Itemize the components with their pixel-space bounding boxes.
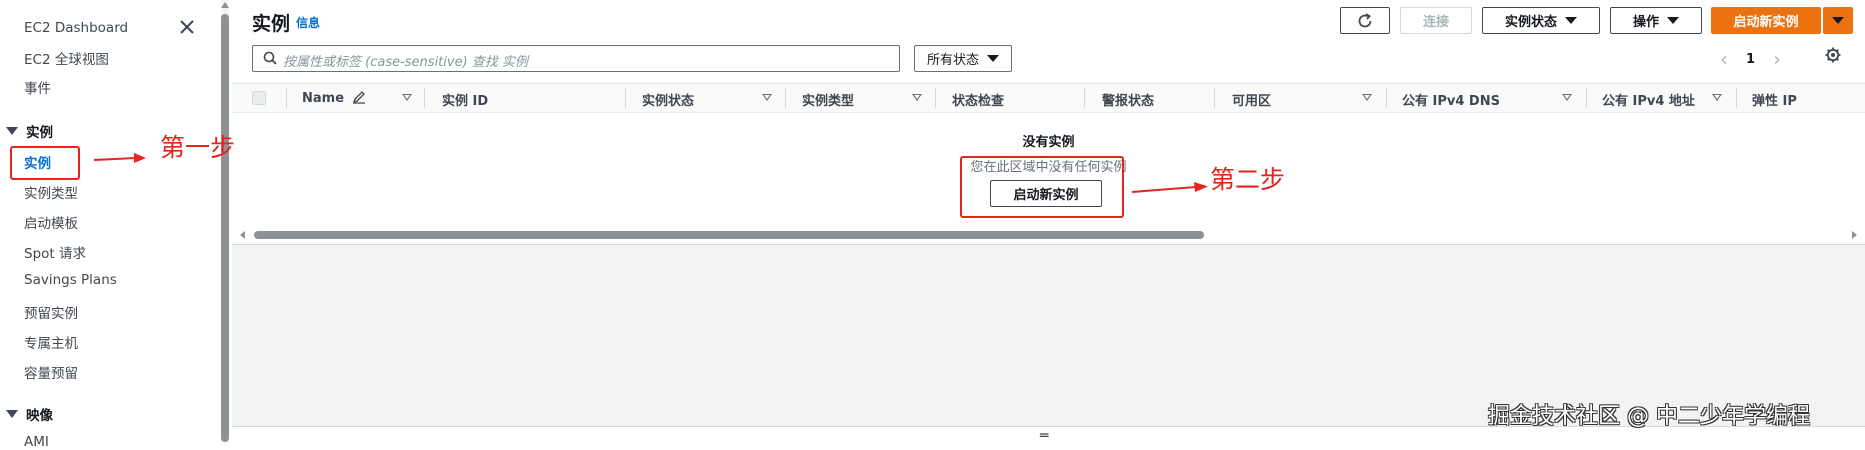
column-header-public-dns[interactable]: 公有 IPv4 DNS	[1402, 90, 1500, 109]
annotation-box-step2	[960, 156, 1124, 218]
scroll-up-icon[interactable]	[221, 2, 229, 8]
connect-button[interactable]: 连接	[1400, 7, 1472, 34]
pencil-icon	[352, 91, 365, 104]
column-divider	[625, 88, 626, 108]
column-divider	[1214, 88, 1215, 108]
actions-dropdown[interactable]: 操作	[1610, 7, 1702, 34]
caret-down-icon	[987, 55, 999, 62]
main-content: 实例 信息 连接 实例状态 操作 启动新实例 按属性或标签 (case-sens…	[232, 0, 1865, 443]
column-header-name[interactable]: Name	[302, 90, 366, 106]
column-divider	[1386, 88, 1387, 108]
state-filter-value: 所有状态	[926, 53, 979, 68]
caret-down-icon	[1832, 17, 1844, 24]
scroll-right-icon[interactable]	[1852, 231, 1857, 239]
column-divider	[785, 88, 786, 108]
column-header-public-ip[interactable]: 公有 IPv4 地址	[1602, 90, 1695, 109]
sidebar-section-instances[interactable]: 实例	[6, 121, 53, 141]
sidebar-item-events[interactable]: 事件	[24, 77, 51, 97]
refresh-button[interactable]	[1340, 7, 1390, 34]
sort-icon[interactable]	[402, 94, 412, 101]
sidebar-scrollbar-thumb[interactable]	[221, 14, 229, 442]
drag-handle-icon[interactable]: ═	[1040, 429, 1048, 443]
column-header-instance-type[interactable]: 实例类型	[802, 90, 854, 109]
sidebar-item-instance-types[interactable]: 实例类型	[24, 182, 78, 202]
search-icon	[263, 51, 277, 65]
sidebar-item-reserved-instances[interactable]: 预留实例	[24, 302, 78, 322]
column-header-elastic-ip[interactable]: 弹性 IP	[1752, 90, 1797, 109]
column-divider	[286, 88, 287, 108]
empty-state-title: 没有实例	[1022, 135, 1075, 150]
column-divider	[1586, 88, 1587, 108]
launch-instance-dropdown[interactable]	[1823, 7, 1853, 34]
sidebar-item-ec2-global-view[interactable]: EC2 全球视图	[24, 48, 109, 68]
close-icon[interactable]	[178, 18, 196, 36]
sidebar-item-dedicated-hosts[interactable]: 专属主机	[24, 332, 78, 352]
launch-instance-button[interactable]: 启动新实例	[1711, 7, 1821, 34]
sidebar: EC2 Dashboard EC2 全球视图 事件 实例 实例 实例类型 启动模…	[0, 0, 220, 450]
column-divider	[424, 88, 425, 108]
column-header-status-check[interactable]: 状态检查	[952, 90, 1004, 109]
gear-icon[interactable]	[1824, 46, 1842, 68]
caret-down-icon	[6, 410, 18, 418]
state-filter-select[interactable]: 所有状态	[914, 45, 1012, 72]
caret-down-icon	[1667, 17, 1679, 24]
annotation-step1: 第一步	[160, 133, 236, 162]
column-header-instance-id[interactable]: 实例 ID	[442, 90, 488, 109]
page-number[interactable]: 1	[1746, 52, 1755, 67]
sidebar-item-capacity-reservations[interactable]: 容量预留	[24, 362, 78, 382]
sidebar-section-label: 实例	[26, 125, 53, 141]
column-divider	[1084, 88, 1085, 108]
annotation-step2: 第二步	[1210, 165, 1286, 194]
instance-state-dropdown[interactable]: 实例状态	[1482, 7, 1600, 34]
page-title: 实例	[252, 13, 291, 35]
column-divider	[935, 88, 936, 108]
select-all-checkbox[interactable]	[252, 91, 266, 105]
arrow-right-icon	[1131, 182, 1208, 193]
sort-icon[interactable]	[912, 94, 922, 101]
sidebar-item-ami[interactable]: AMI	[24, 434, 49, 450]
sort-icon[interactable]	[762, 94, 772, 101]
table-header: Name 实例 ID 实例状态 实例类型 状态检查 警报状态 可用区 公有 IP…	[232, 83, 1865, 113]
table-scrollbar-thumb[interactable]	[254, 231, 1204, 239]
refresh-icon	[1358, 12, 1372, 27]
watermark: 掘金技术社区 @ 中二少年学编程	[1488, 404, 1810, 429]
actions-label: 操作	[1632, 15, 1659, 30]
sort-icon[interactable]	[1562, 94, 1572, 101]
sidebar-item-savings-plans[interactable]: Savings Plans	[24, 272, 117, 288]
annotation-box-step1	[10, 146, 80, 180]
sidebar-item-launch-templates[interactable]: 启动模板	[24, 212, 78, 232]
column-divider	[1736, 88, 1737, 108]
search-input[interactable]: 按属性或标签 (case-sensitive) 查找 实例	[252, 45, 900, 72]
arrow-right-icon	[93, 153, 146, 163]
sidebar-section-label: 映像	[26, 408, 53, 424]
chevron-left-icon[interactable]: ‹	[1720, 49, 1728, 69]
column-header-instance-state[interactable]: 实例状态	[642, 90, 694, 109]
column-label: Name	[302, 91, 345, 106]
chevron-right-icon[interactable]: ›	[1773, 49, 1781, 69]
caret-down-icon	[1565, 17, 1577, 24]
column-header-availability-zone[interactable]: 可用区	[1232, 90, 1271, 109]
pagination: ‹ 1 ›	[1720, 47, 1781, 71]
instance-state-label: 实例状态	[1504, 15, 1557, 30]
info-link[interactable]: 信息	[296, 14, 320, 31]
column-header-alarm-status[interactable]: 警报状态	[1102, 90, 1154, 109]
sidebar-section-images[interactable]: 映像	[6, 404, 53, 424]
sort-icon[interactable]	[1362, 94, 1372, 101]
scroll-left-icon[interactable]	[240, 231, 245, 239]
caret-down-icon	[6, 127, 18, 135]
search-placeholder: 按属性或标签 (case-sensitive) 查找 实例	[283, 55, 528, 70]
sidebar-item-spot-requests[interactable]: Spot 请求	[24, 242, 86, 262]
sort-icon[interactable]	[1712, 94, 1722, 101]
sidebar-item-ec2-dashboard[interactable]: EC2 Dashboard	[24, 20, 128, 36]
